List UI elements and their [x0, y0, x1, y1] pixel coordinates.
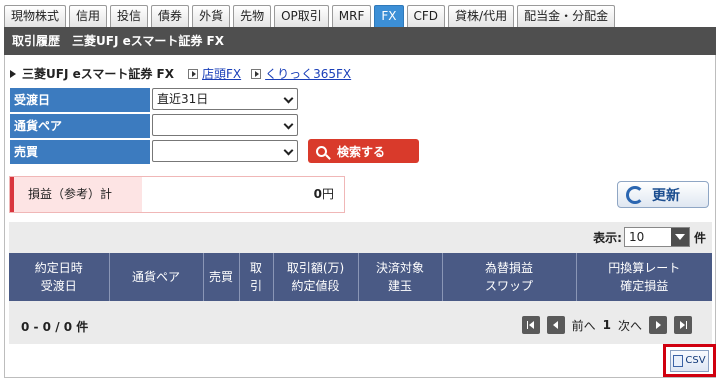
display-count-label: 表示: — [593, 230, 622, 245]
col-header-line: 約定日時 — [34, 261, 83, 275]
tab-cfd[interactable]: CFD — [406, 5, 446, 27]
tab-margin[interactable]: 信用 — [69, 5, 108, 27]
tab-mrf[interactable]: MRF — [331, 5, 372, 27]
prev-page-link[interactable]: 前へ — [572, 317, 596, 334]
next-page-icon[interactable] — [649, 316, 667, 334]
chevron-down-icon — [670, 228, 689, 246]
col-currency-pair: 通貨ペア — [109, 253, 204, 301]
chevron-down-icon — [283, 119, 294, 130]
chevron-down-icon — [283, 93, 294, 104]
currency-pair-select[interactable] — [152, 114, 298, 136]
refresh-button[interactable]: 更新 — [617, 181, 709, 208]
bullet-icon — [10, 69, 16, 78]
form-row-delivery-date: 受渡日 直近31日 — [10, 88, 300, 112]
display-count-unit: 件 — [693, 230, 706, 245]
link-otc-fx[interactable]: 店頭FX — [188, 65, 241, 82]
tab-foreign-currency[interactable]: 外貨 — [192, 5, 231, 27]
profit-loss-value: 0円 — [142, 177, 344, 212]
table-header-row: 約定日時受渡日 通貨ペア 売買 取引 取引額(万) 約定値段 決済対象建玉 為替損… — [9, 253, 712, 301]
col-fx-pl: 為替損益 スワップ — [442, 253, 577, 301]
display-count-select[interactable]: 10 — [623, 227, 690, 247]
link-arrow-icon — [251, 68, 262, 79]
form-row-currency-pair: 通貨ペア — [10, 114, 300, 138]
result-count: 0 - 0 / 0 件 — [21, 320, 89, 334]
col-header-line: 円換算レート — [608, 261, 681, 275]
col-header-line: 約定値段 — [291, 279, 340, 293]
display-count-value: 10 — [628, 230, 645, 244]
buy-sell-select[interactable] — [152, 140, 298, 162]
col-header-line: 引 — [249, 279, 262, 293]
col-header-line: 取 — [249, 261, 262, 275]
delivery-date-label: 受渡日 — [10, 88, 150, 112]
csv-highlight: CSV — [663, 344, 716, 377]
refresh-icon — [626, 185, 644, 204]
tab-fx[interactable]: FX — [374, 5, 404, 27]
col-header-line: 為替損益 — [484, 261, 533, 275]
col-settlement: 決済対象 建玉 — [358, 253, 443, 301]
broker-row: 三菱UFJ eスマート証券 FX 店頭FX くりっく365FX — [10, 65, 361, 82]
col-buy-sell: 売買 — [203, 253, 240, 301]
col-header-line: 売買 — [208, 270, 233, 284]
col-header-line: 通貨ペア — [131, 270, 180, 284]
search-icon — [316, 145, 327, 157]
page-title: 取引履歴 三菱UFJ eスマート証券 FX — [4, 27, 716, 55]
col-trade-type: 取引 — [239, 253, 274, 301]
col-trade-date: 約定日時 受渡日 — [9, 253, 110, 301]
broker-name: 三菱UFJ eスマート証券 FX — [22, 67, 174, 81]
tab-options[interactable]: OP取引 — [274, 5, 329, 27]
tab-dividends[interactable]: 配当金・分配金 — [517, 5, 616, 27]
tab-stock-lending[interactable]: 貸株/代用 — [448, 5, 515, 27]
link-click365[interactable]: くりっく365FX — [251, 65, 351, 82]
prev-page-icon[interactable] — [546, 316, 565, 334]
results-panel: 表示: 10 件 約定日時受渡日 通貨ペア 売買 取引 取引額(万) 約定値段 決… — [9, 222, 712, 344]
current-page: 1 — [602, 318, 611, 332]
tab-futures[interactable]: 先物 — [233, 5, 272, 27]
col-header-line: 決済対象 — [375, 261, 424, 275]
tab-funds[interactable]: 投信 — [110, 5, 149, 27]
link-otc-fx-label[interactable]: 店頭FX — [202, 65, 241, 82]
search-button-label: 検索する — [337, 144, 386, 159]
next-page-link[interactable]: 次へ — [618, 317, 642, 334]
col-yen-rate: 円換算レート 確定損益 — [576, 253, 712, 301]
profit-loss-unit: 円 — [321, 187, 334, 201]
col-amount: 取引額(万) 約定値段 — [273, 253, 359, 301]
last-page-icon[interactable] — [674, 316, 692, 334]
csv-file-icon — [673, 354, 684, 367]
search-form: 受渡日 直近31日 通貨ペア 売買 — [10, 88, 300, 166]
buy-sell-label: 売買 — [10, 140, 150, 164]
delivery-date-value: 直近31日 — [157, 92, 209, 106]
profit-loss-summary: 損益（参考）計 0円 — [9, 176, 345, 213]
delivery-date-select[interactable]: 直近31日 — [152, 88, 298, 110]
tab-bonds[interactable]: 債券 — [151, 5, 190, 27]
profit-loss-amount: 0 — [313, 187, 322, 201]
currency-pair-label: 通貨ペア — [10, 114, 150, 138]
chevron-down-icon — [283, 145, 294, 156]
tab-stocks[interactable]: 現物株式 — [4, 5, 67, 27]
results-table: 約定日時受渡日 通貨ペア 売買 取引 取引額(万) 約定値段 決済対象建玉 為替損… — [9, 253, 712, 301]
display-count: 表示: 10 件 — [593, 227, 706, 247]
csv-download-button[interactable]: CSV — [670, 349, 709, 372]
first-page-icon[interactable] — [521, 316, 540, 334]
link-click365-label[interactable]: くりっく365FX — [265, 65, 351, 82]
refresh-button-label: 更新 — [652, 187, 680, 204]
pagination: 前へ 1 次へ — [521, 316, 692, 334]
csv-button-label: CSV — [685, 355, 706, 366]
col-header-line: 確定損益 — [620, 279, 669, 293]
search-button[interactable]: 検索する — [308, 139, 419, 163]
tab-bar: 現物株式 信用 投信 債券 外貨 先物 OP取引 MRF FX CFD 貸株/代… — [4, 5, 616, 27]
form-row-buy-sell: 売買 — [10, 140, 300, 164]
col-header-line: 受渡日 — [40, 279, 77, 293]
col-header-line: 取引額(万) — [286, 261, 345, 275]
col-header-line: 建玉 — [387, 279, 412, 293]
col-header-line: スワップ — [484, 279, 533, 293]
link-arrow-icon — [188, 68, 198, 79]
profit-loss-label: 損益（参考）計 — [10, 177, 142, 212]
